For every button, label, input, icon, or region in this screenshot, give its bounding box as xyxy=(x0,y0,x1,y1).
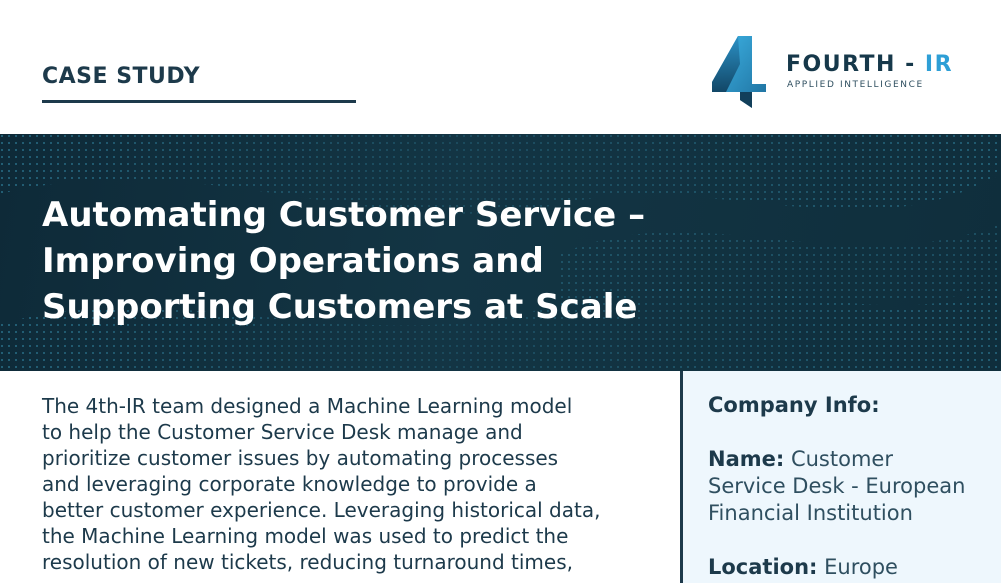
fourth-ir-logo: FOURTH - IR APPLIED INTELLIGENCE xyxy=(708,34,958,112)
four-logo-icon xyxy=(712,36,766,108)
case-study-underline xyxy=(42,100,356,103)
logo-tagline: APPLIED INTELLIGENCE xyxy=(787,80,924,90)
summary-line: prioritize customer issues by automating… xyxy=(42,446,559,470)
company-info-panel: Company Info: Name: Customer Service Des… xyxy=(683,371,1001,583)
company-location-entry: Location: Europe xyxy=(708,554,988,581)
company-location-key: Location: xyxy=(708,555,818,579)
logo-name-main: FOURTH - xyxy=(786,52,925,77)
company-info-title: Company Info: xyxy=(708,393,880,417)
summary-line: better customer experience. Leveraging h… xyxy=(42,498,601,522)
page-title: Automating Customer Service – Improving … xyxy=(42,192,682,330)
summary-line: The 4th-IR team designed a Machine Learn… xyxy=(42,394,573,418)
summary-line: the Machine Learning model was used to p… xyxy=(42,524,569,548)
summary-line: resolution of new tickets, reducing turn… xyxy=(42,550,573,574)
case-study-label: CASE STUDY xyxy=(42,64,201,89)
company-location-value: Europe xyxy=(817,555,898,579)
company-name-key: Name: xyxy=(708,447,785,471)
logo-wordmark: FOURTH - IR xyxy=(786,52,953,77)
title-line-1: Automating Customer Service – xyxy=(42,195,646,235)
company-name-value-3: Financial Institution xyxy=(708,501,913,525)
summary-line: and leveraging corporate knowledge to pr… xyxy=(42,472,537,496)
company-name-entry: Name: Customer Service Desk - European F… xyxy=(708,446,988,527)
logo-name-accent: IR xyxy=(924,52,954,77)
summary-line: to help the Customer Service Desk manage… xyxy=(42,420,523,444)
hero-banner: Automating Customer Service – Improving … xyxy=(0,134,1001,371)
title-line-3: Supporting Customers at Scale xyxy=(42,287,638,327)
title-line-2: Improving Operations and xyxy=(42,241,544,281)
summary-paragraph: The 4th-IR team designed a Machine Learn… xyxy=(42,393,652,575)
company-name-value-2: Service Desk - European xyxy=(708,474,966,498)
page-header: CASE STUDY FOURTH - IR APPLIED INTELLIGE… xyxy=(0,0,1001,134)
company-name-value-1: Customer xyxy=(784,447,893,471)
